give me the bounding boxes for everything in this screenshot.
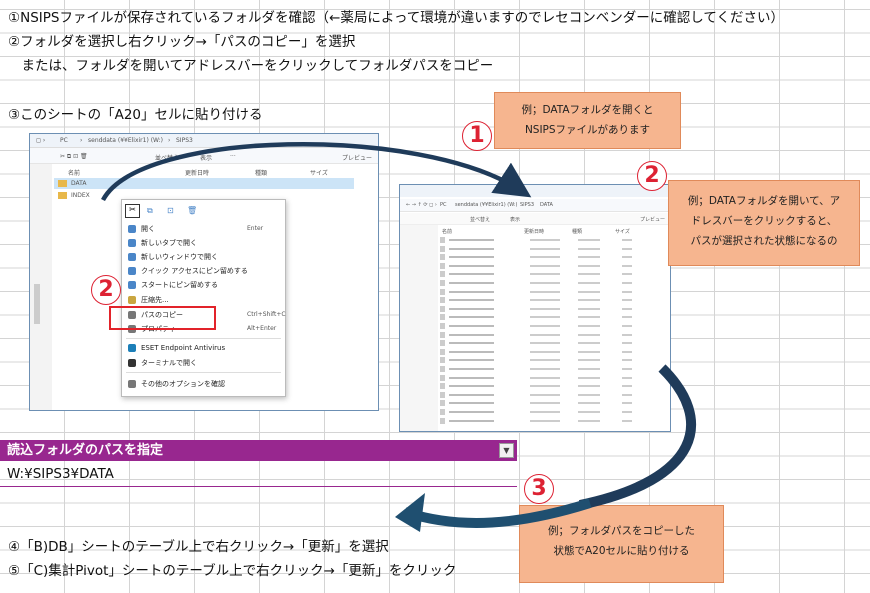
arrow-curve-body: [578, 364, 697, 510]
arrow-folder-to-data: [101, 142, 532, 202]
arrows-overlay: [101, 142, 697, 532]
arrow-curve-tail: [403, 498, 592, 528]
arrow-head: [395, 493, 425, 532]
